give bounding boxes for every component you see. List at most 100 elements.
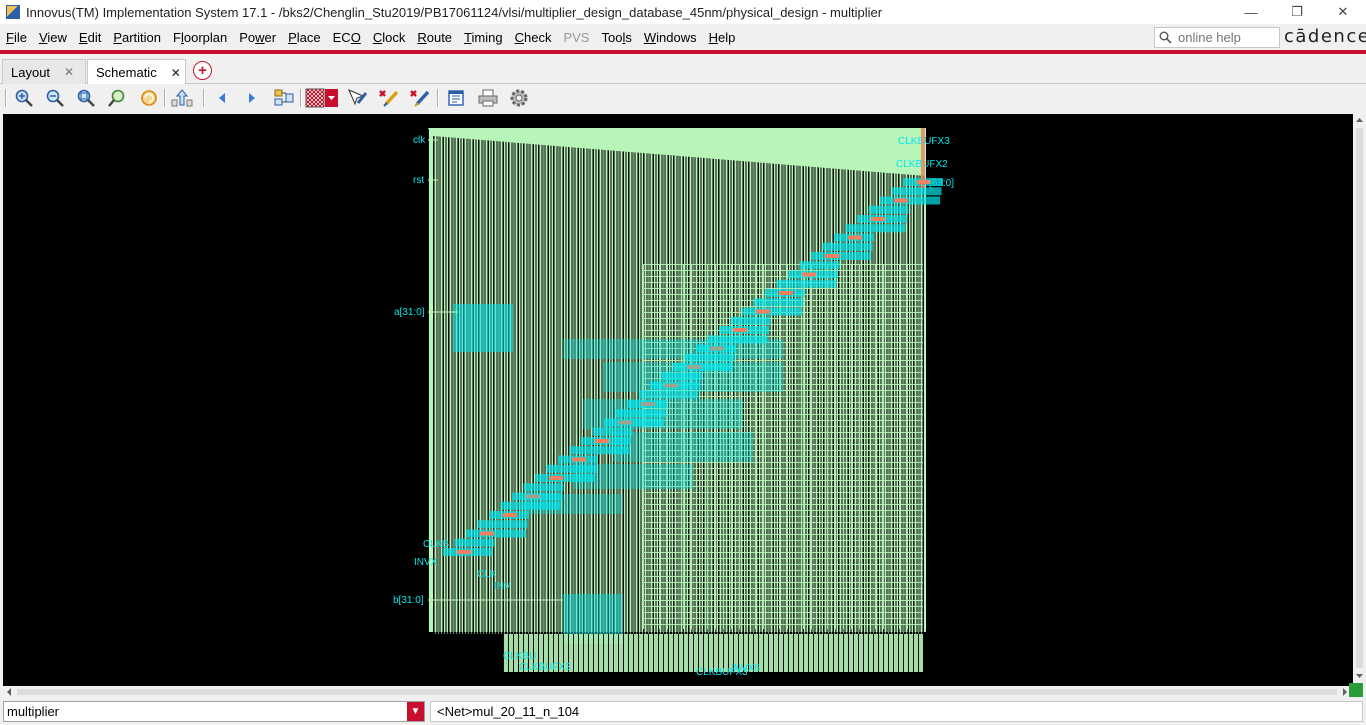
- highlighted-cell[interactable]: [825, 254, 839, 258]
- online-help-search[interactable]: [1154, 27, 1280, 48]
- vertical-scrollbar[interactable]: [1353, 114, 1366, 686]
- highlighted-cell[interactable]: [503, 513, 517, 517]
- pin-clk[interactable]: clk: [413, 135, 426, 146]
- window-title: Innovus(TM) Implementation System 17.1 -…: [26, 4, 883, 20]
- schematic-toolbar: [0, 84, 1366, 112]
- menu-route[interactable]: Route: [411, 30, 458, 45]
- cell-instance[interactable]: [753, 298, 804, 307]
- schematic-canvas[interactable]: clk rst a[31:0] b[31:0] [63:0] CLKBUFX3 …: [3, 114, 1353, 686]
- highlighted-cell[interactable]: [572, 457, 586, 462]
- select-tool-icon[interactable]: [345, 86, 369, 110]
- menu-file[interactable]: File: [0, 30, 33, 45]
- zoom-selected-icon[interactable]: [106, 86, 130, 110]
- highlighted-cell[interactable]: [894, 198, 908, 203]
- cell-label[interactable]: CLKBUFX3: [519, 662, 571, 673]
- cell-instance[interactable]: [845, 224, 906, 233]
- resize-corner-icon[interactable]: [1349, 683, 1363, 697]
- cell-instance[interactable]: [466, 529, 526, 538]
- cell-instance[interactable]: [776, 279, 837, 288]
- cell-instance[interactable]: [880, 196, 940, 205]
- cell-instance[interactable]: [822, 242, 873, 251]
- menu-power[interactable]: Power: [233, 30, 282, 45]
- minimize-button[interactable]: —: [1228, 0, 1274, 24]
- pin-out[interactable]: [63:0]: [929, 178, 954, 189]
- report-icon[interactable]: [444, 86, 468, 110]
- cell-group[interactable]: [583, 399, 743, 429]
- cell-label[interactable]: INVX6: [731, 663, 760, 674]
- menu-edit[interactable]: Edit: [73, 30, 107, 45]
- cell-group[interactable]: [603, 362, 783, 392]
- print-icon[interactable]: [476, 86, 500, 110]
- design-selector[interactable]: multiplier ▼: [3, 701, 425, 722]
- menu-windows[interactable]: Windows: [638, 30, 703, 45]
- menu-clock[interactable]: Clock: [367, 30, 412, 45]
- tab-layout[interactable]: Layout ✕: [2, 59, 86, 84]
- menu-pvs[interactable]: PVS: [557, 30, 595, 45]
- zoom-out-icon[interactable]: [43, 86, 67, 110]
- cell-instance[interactable]: [730, 316, 771, 325]
- highlighted-cell[interactable]: [871, 217, 885, 221]
- next-icon[interactable]: [240, 86, 264, 110]
- cell-label[interactable]: CLKBU: [503, 651, 536, 662]
- schematic-group-icon[interactable]: [272, 86, 296, 110]
- highlighted-cell[interactable]: [457, 550, 471, 554]
- chevron-down-icon[interactable]: ▼: [407, 702, 424, 721]
- menu-tools[interactable]: Tools: [595, 30, 637, 45]
- close-icon[interactable]: ✕: [171, 66, 181, 80]
- pin-b[interactable]: b[31:0]: [393, 595, 424, 606]
- menu-help[interactable]: Help: [703, 30, 742, 45]
- toolbar-separator: [5, 89, 7, 107]
- cell-instance[interactable]: [454, 538, 495, 547]
- highlighted-cell[interactable]: [779, 291, 793, 295]
- close-icon[interactable]: ✕: [64, 65, 74, 79]
- add-tab-button[interactable]: +: [193, 61, 212, 80]
- cell-group[interactable]: [523, 494, 623, 514]
- cell-group[interactable]: [563, 339, 783, 359]
- hierarchy-up-icon[interactable]: [170, 86, 194, 110]
- cell-label[interactable]: INV: [494, 581, 511, 592]
- cell-instance[interactable]: [868, 205, 909, 214]
- previous-icon[interactable]: [210, 86, 234, 110]
- cell-instance[interactable]: [477, 520, 528, 529]
- highlighted-cell[interactable]: [733, 328, 747, 332]
- title-bar: Innovus(TM) Implementation System 17.1 -…: [0, 0, 1366, 24]
- highlighted-cell[interactable]: [802, 272, 816, 277]
- cell-label[interactable]: CLK: [477, 569, 497, 580]
- settings-icon[interactable]: [507, 86, 531, 110]
- highlighted-cell[interactable]: [595, 439, 609, 443]
- tab-schematic[interactable]: Schematic ✕: [87, 59, 186, 85]
- online-help-input[interactable]: [1178, 30, 1272, 45]
- zoom-fit-icon[interactable]: [74, 86, 98, 110]
- cell-group[interactable]: [573, 464, 693, 489]
- highlighted-cell[interactable]: [549, 476, 563, 480]
- menu-check[interactable]: Check: [509, 30, 558, 45]
- clear-highlight-icon[interactable]: [407, 86, 431, 110]
- menu-view[interactable]: View: [33, 30, 73, 45]
- menu-timing[interactable]: Timing: [458, 30, 509, 45]
- pin-a[interactable]: a[31:0]: [394, 307, 425, 318]
- cell-instance[interactable]: [742, 307, 802, 316]
- horizontal-scrollbar[interactable]: [3, 686, 1353, 698]
- close-window-button[interactable]: ✕: [1320, 0, 1366, 24]
- pin-rst[interactable]: rst: [413, 175, 424, 186]
- cell-label[interactable]: INVX: [414, 557, 438, 568]
- cell-group[interactable]: [613, 432, 753, 462]
- redraw-icon[interactable]: [137, 86, 161, 110]
- cell-label[interactable]: CLKB: [423, 539, 449, 550]
- cell-instance[interactable]: [523, 483, 564, 492]
- cell-instance[interactable]: [799, 261, 840, 270]
- menu-partition[interactable]: Partition: [107, 30, 167, 45]
- cell-instance[interactable]: [811, 252, 871, 260]
- menu-eco[interactable]: ECO: [327, 30, 367, 45]
- schematic-view[interactable]: clk rst a[31:0] b[31:0] [63:0] CLKBUFX3 …: [3, 114, 1353, 686]
- restore-button[interactable]: ❐: [1274, 0, 1320, 24]
- highlight-icon[interactable]: [376, 86, 400, 110]
- menu-floorplan[interactable]: Floorplan: [167, 30, 233, 45]
- highlighted-cell[interactable]: [848, 235, 862, 240]
- tab-layout-label: Layout: [11, 64, 51, 80]
- menu-place[interactable]: Place: [282, 30, 327, 45]
- display-filter-icon[interactable]: [305, 86, 339, 110]
- highlighted-cell[interactable]: [480, 531, 494, 536]
- zoom-in-icon[interactable]: [12, 86, 36, 110]
- highlighted-cell[interactable]: [756, 309, 770, 314]
